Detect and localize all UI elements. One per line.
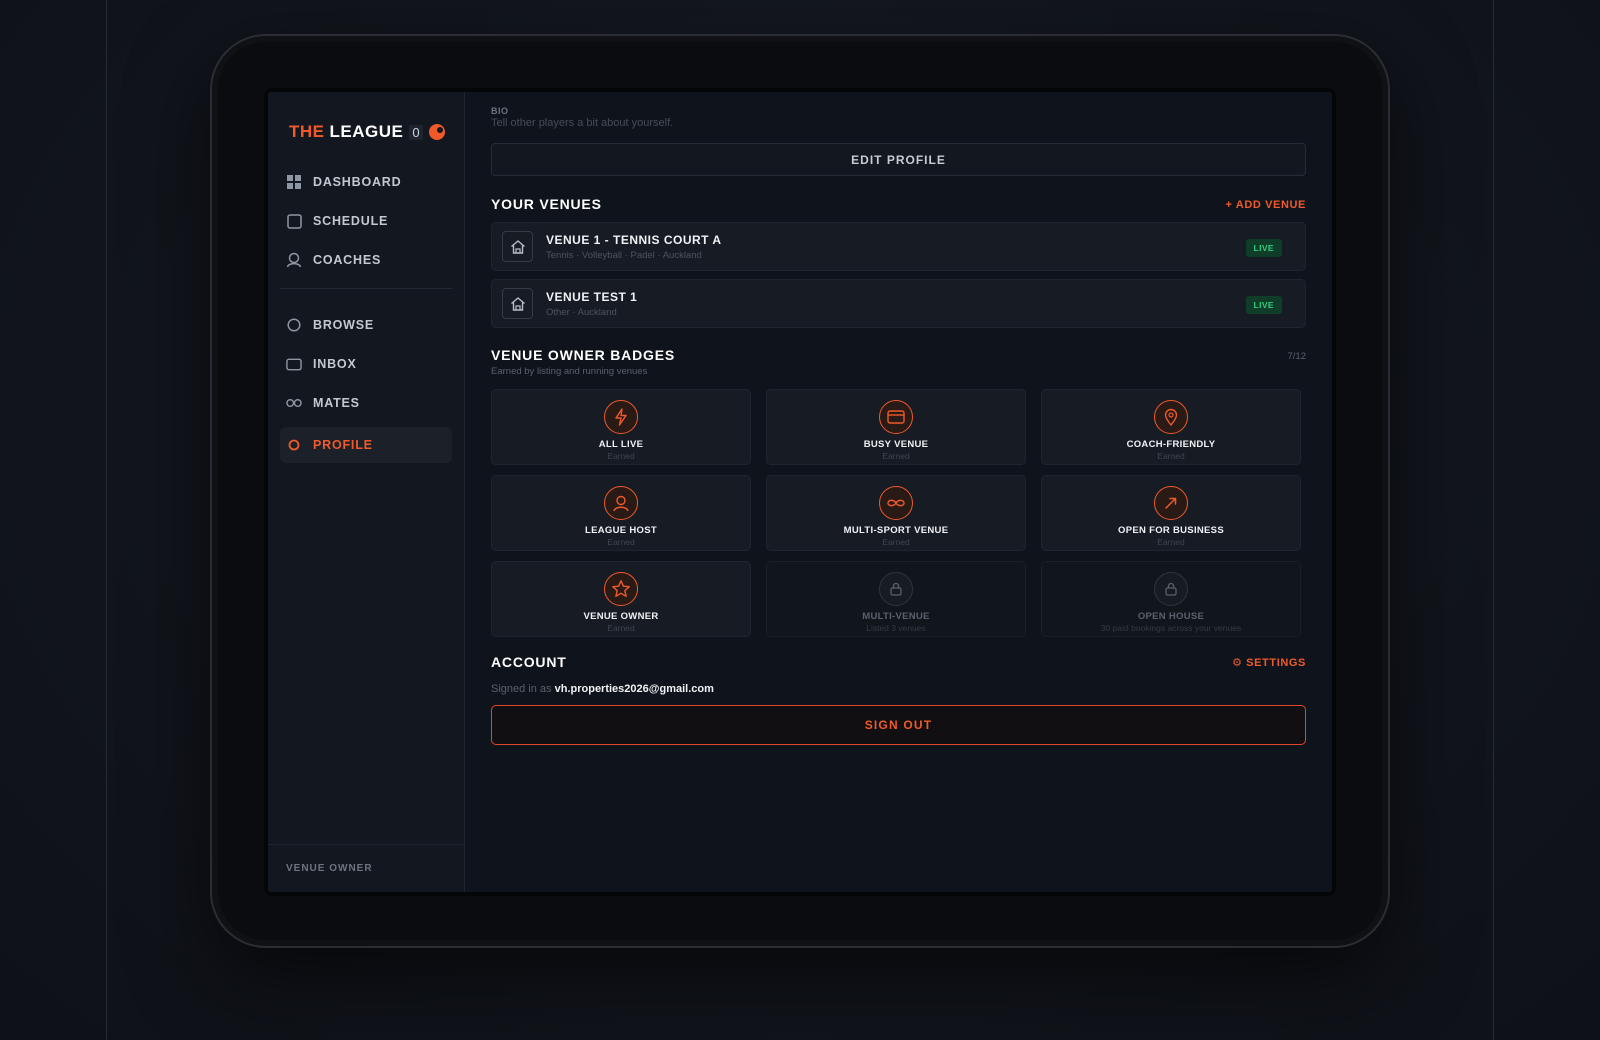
badge-name: VENUE OWNER [583, 611, 659, 622]
sidebar-item-label: DASHBOARD [313, 175, 402, 189]
sidebar-item-inbox[interactable]: INBOX [280, 346, 452, 382]
badges-count: 7/12 [1287, 351, 1307, 362]
grid-icon [286, 174, 302, 190]
venue-name: VENUE 1 - TENNIS COURT A [546, 232, 722, 247]
edit-profile-button[interactable]: EDIT PROFILE [491, 143, 1306, 176]
badges-title: VENUE OWNER BADGES [491, 347, 675, 363]
sidebar-item-coaches[interactable]: COACHES [280, 242, 452, 278]
sidebar-item-label: COACHES [313, 253, 382, 267]
badge-status: Earned [1157, 537, 1185, 547]
badge-name: BUSY VENUE [863, 439, 929, 450]
sidebar-nav: DASHBOARD SCHEDULE COACHES BROWSE INBOX … [280, 164, 452, 466]
person-icon [604, 486, 638, 520]
coach-icon [286, 252, 302, 268]
add-venue-button[interactable]: + ADD VENUE [1226, 199, 1306, 211]
status-badge: LIVE [1245, 239, 1282, 257]
badges-subtitle: Earned by listing and running venues [491, 366, 648, 377]
venue-meta: Other · Auckland [546, 306, 617, 318]
venues-title: YOUR VENUES [491, 196, 602, 212]
sidebar-item-mates[interactable]: MATES [280, 385, 452, 421]
badge-name: MULTI-SPORT VENUE [843, 525, 949, 536]
sidebar: THE LEAGUE 0 DASHBOARD SCHEDULE COACHES … [268, 92, 465, 892]
calendar-icon [286, 213, 302, 229]
inbox-icon [286, 356, 302, 372]
badge-status: Earned [607, 623, 635, 633]
badge-card-locked[interactable]: OPEN HOUSE 30 paid bookings across your … [1041, 561, 1301, 637]
badge-grid: ALL LIVE Earned BUSY VENUE Earned COACH-… [491, 389, 1301, 637]
badge-name: OPEN HOUSE [1137, 611, 1205, 622]
card-icon [879, 400, 913, 434]
badge-name: COACH-FRIENDLY [1126, 439, 1216, 450]
bolt-icon [604, 400, 638, 434]
badge-status: Earned [882, 537, 910, 547]
badge-card[interactable]: MULTI-SPORT VENUE Earned [766, 475, 1026, 551]
badge-status: Earned [1157, 451, 1185, 461]
profile-main: BIO Tell other players a bit about yours… [465, 92, 1332, 892]
app-logo[interactable]: THE LEAGUE 0 [289, 122, 446, 142]
badge-card[interactable]: BUSY VENUE Earned [766, 389, 1026, 465]
sidebar-item-label: BROWSE [313, 318, 375, 332]
account-title: ACCOUNT [491, 654, 567, 670]
signed-in-prefix: Signed in as [491, 683, 552, 695]
venue-card[interactable]: VENUE TEST 1 Other · Auckland LIVE [491, 279, 1306, 328]
sidebar-role-label: VENUE OWNER [268, 844, 464, 892]
account-email: vh.properties2026@gmail.com [554, 683, 714, 695]
background-guide-left [106, 0, 107, 1040]
badge-name: LEAGUE HOST [585, 525, 657, 536]
badge-name: OPEN FOR BUSINESS [1118, 525, 1224, 536]
venue-meta: Tennis · Volleyball · Padel · Auckland [546, 249, 702, 261]
brand-count: 0 [409, 124, 424, 140]
profile-icon [286, 437, 302, 453]
badge-status: Earned [607, 537, 635, 547]
star-icon [604, 572, 638, 606]
pin-icon [1154, 400, 1188, 434]
badge-status: 30 paid bookings across your venues [1100, 623, 1242, 633]
infinity-icon [286, 395, 302, 411]
sidebar-item-dashboard[interactable]: DASHBOARD [280, 164, 452, 200]
badge-name: MULTI-VENUE [862, 611, 930, 622]
brand-dot-icon [429, 124, 446, 140]
sign-out-button[interactable]: SIGN OUT [491, 705, 1306, 745]
venue-card[interactable]: VENUE 1 - TENNIS COURT A Tennis · Volley… [491, 222, 1306, 271]
badge-card[interactable]: COACH-FRIENDLY Earned [1041, 389, 1301, 465]
background-guide-right [1493, 0, 1494, 1040]
circle-icon [286, 317, 302, 333]
status-badge: LIVE [1245, 296, 1282, 314]
infinity-icon [879, 486, 913, 520]
lock-icon [1154, 572, 1188, 606]
sidebar-item-label: PROFILE [313, 438, 373, 452]
badge-status: Listed 3 venues [866, 623, 926, 633]
bio-placeholder: Tell other players a bit about yourself. [491, 117, 674, 129]
sidebar-item-schedule[interactable]: SCHEDULE [280, 203, 452, 239]
sidebar-item-label: MATES [313, 396, 360, 410]
badge-card[interactable]: ALL LIVE Earned [491, 389, 751, 465]
sidebar-item-browse[interactable]: BROWSE [280, 307, 452, 343]
house-icon [502, 231, 533, 262]
signed-in-text: Signed in as vh.properties2026@gmail.com [491, 683, 714, 695]
settings-link[interactable]: ⚙ SETTINGS [1232, 656, 1306, 669]
house-icon [502, 288, 533, 319]
bio-label: BIO [491, 106, 509, 116]
badge-card[interactable]: LEAGUE HOST Earned [491, 475, 751, 551]
brand-the: THE [289, 122, 325, 141]
arrow-icon [1154, 486, 1188, 520]
badge-card-locked[interactable]: MULTI-VENUE Listed 3 venues [766, 561, 1026, 637]
badge-status: Earned [607, 451, 635, 461]
badge-card[interactable]: VENUE OWNER Earned [491, 561, 751, 637]
lock-icon [879, 572, 913, 606]
sidebar-item-label: INBOX [313, 357, 357, 371]
badge-status: Earned [882, 451, 910, 461]
sidebar-item-label: SCHEDULE [313, 214, 389, 228]
venue-name: VENUE TEST 1 [546, 289, 638, 304]
sidebar-divider [280, 288, 452, 289]
badge-name: ALL LIVE [598, 439, 644, 450]
brand-league: LEAGUE [329, 122, 404, 141]
app-screen: THE LEAGUE 0 DASHBOARD SCHEDULE COACHES … [264, 88, 1336, 896]
badge-card[interactable]: OPEN FOR BUSINESS Earned [1041, 475, 1301, 551]
sidebar-item-profile[interactable]: PROFILE [280, 427, 452, 463]
